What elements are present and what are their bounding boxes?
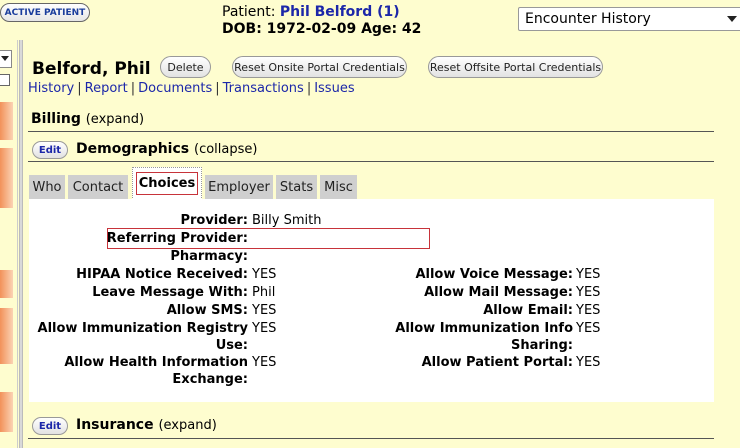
patient-summary-main: Belford, Phil Delete Reset Onsite Portal…	[24, 40, 740, 448]
allow-sms-label: Allow SMS:	[166, 303, 248, 318]
tab-contact[interactable]: Contact	[68, 175, 128, 199]
allow-sms-value: YES	[252, 303, 277, 318]
delete-button[interactable]: Delete	[160, 56, 211, 78]
top-bar: ACTIVE PATIENT Patient: Phil Belford (1)…	[0, 0, 740, 40]
patient-header-line: Patient: Phil Belford (1)	[222, 4, 400, 20]
link-separator: |	[77, 81, 82, 96]
hipaa-notice-label: HIPAA Notice Received:	[76, 267, 248, 282]
billing-section-header[interactable]: Billing (expand)	[31, 111, 144, 127]
hipaa-notice-value: YES	[252, 267, 277, 282]
patient-name-title: Belford, Phil	[32, 59, 151, 79]
billing-divider	[28, 131, 714, 132]
health-info-exchange-label: Allow Health Information Exchange:	[64, 355, 248, 387]
left-frame-strip	[0, 40, 18, 448]
report-link[interactable]: Report	[85, 81, 128, 96]
allow-patient-portal-label: Allow Patient Portal:	[421, 355, 573, 370]
leave-message-label: Leave Message With:	[92, 285, 248, 300]
left-frame-band	[0, 392, 13, 432]
billing-expand-toggle[interactable]: (expand)	[86, 112, 144, 127]
left-frame-select[interactable]	[0, 50, 12, 68]
tab-stats[interactable]: Stats	[276, 175, 317, 199]
right-frame-edge	[714, 40, 740, 448]
tab-who[interactable]: Who	[29, 175, 65, 199]
allow-patient-portal-value: YES	[576, 355, 601, 370]
allow-mail-message-label: Allow Mail Message:	[424, 285, 573, 300]
documents-link[interactable]: Documents	[138, 81, 212, 96]
choices-panel: Provider: Billy Smith Referring Provider…	[29, 199, 714, 402]
history-link[interactable]: History	[28, 81, 74, 96]
health-info-exchange-value: YES	[252, 355, 277, 370]
allow-voice-message-value: YES	[576, 267, 601, 282]
pharmacy-label: Pharmacy:	[170, 249, 248, 264]
provider-label: Provider:	[180, 213, 248, 228]
reset-onsite-portal-button[interactable]: Reset Onsite Portal Credentials	[232, 56, 407, 78]
insurance-expand-toggle[interactable]: (expand)	[158, 418, 216, 433]
immunization-sharing-label: Allow Immunization Info Sharing:	[395, 321, 573, 353]
demographics-divider	[28, 161, 714, 162]
immunization-registry-value: YES	[252, 321, 277, 336]
insurance-title: Insurance	[76, 417, 154, 433]
link-separator: |	[130, 81, 136, 96]
allow-voice-message-label: Allow Voice Message:	[415, 267, 573, 282]
insurance-section-header[interactable]: Insurance (expand)	[76, 417, 217, 433]
left-frame-band	[0, 270, 13, 298]
billing-title: Billing	[31, 111, 81, 127]
insurance-edit-button[interactable]: Edit	[32, 417, 68, 435]
demographics-section-header[interactable]: Demographics (collapse)	[76, 141, 257, 157]
allow-mail-message-value: YES	[576, 285, 601, 300]
provider-value: Billy Smith	[252, 213, 322, 228]
allow-email-label: Allow Email:	[483, 303, 573, 318]
frame-divider[interactable]	[19, 40, 23, 448]
chevron-down-icon	[727, 16, 737, 22]
referring-provider-label: Referring Provider:	[106, 231, 248, 246]
patient-prefix: Patient:	[222, 4, 276, 20]
link-separator: |	[306, 81, 312, 96]
tab-employer[interactable]: Employer	[205, 175, 273, 199]
patient-nav-links: History | Report | Documents | Transactions | Is…	[28, 81, 355, 96]
immunization-registry-label: Allow Immunization Registry Use:	[37, 321, 248, 353]
dob-age-line: DOB: 1972-02-09 Age: 42	[222, 21, 422, 37]
demographics-collapse-toggle[interactable]: (collapse)	[194, 142, 257, 157]
left-frame-band	[0, 308, 13, 364]
patient-header-name[interactable]: Phil Belford (1)	[280, 4, 400, 20]
link-separator: |	[215, 81, 220, 96]
insurance-divider	[28, 438, 714, 439]
encounter-select-value: Encounter History	[525, 11, 651, 27]
issues-link[interactable]: Issues	[314, 81, 354, 96]
encounter-history-select[interactable]: Encounter History	[518, 7, 740, 31]
left-frame-checkbox[interactable]	[0, 74, 10, 86]
leave-message-value: Phil	[252, 285, 276, 300]
demographics-title: Demographics	[76, 141, 190, 157]
transactions-link[interactable]: Transactions	[223, 81, 304, 96]
left-frame-band	[0, 102, 13, 140]
allow-email-value: YES	[576, 303, 601, 318]
tab-misc[interactable]: Misc	[320, 175, 357, 199]
demographics-edit-button[interactable]: Edit	[32, 141, 68, 159]
immunization-sharing-value: YES	[576, 321, 601, 336]
active-patient-button[interactable]: ACTIVE PATIENT	[0, 3, 90, 22]
reset-offsite-portal-button[interactable]: Reset Offsite Portal Credentials	[428, 56, 603, 78]
left-frame-band	[0, 148, 13, 208]
tab-choices[interactable]: Choices	[132, 167, 202, 200]
tab-choices-label: Choices	[136, 172, 198, 195]
